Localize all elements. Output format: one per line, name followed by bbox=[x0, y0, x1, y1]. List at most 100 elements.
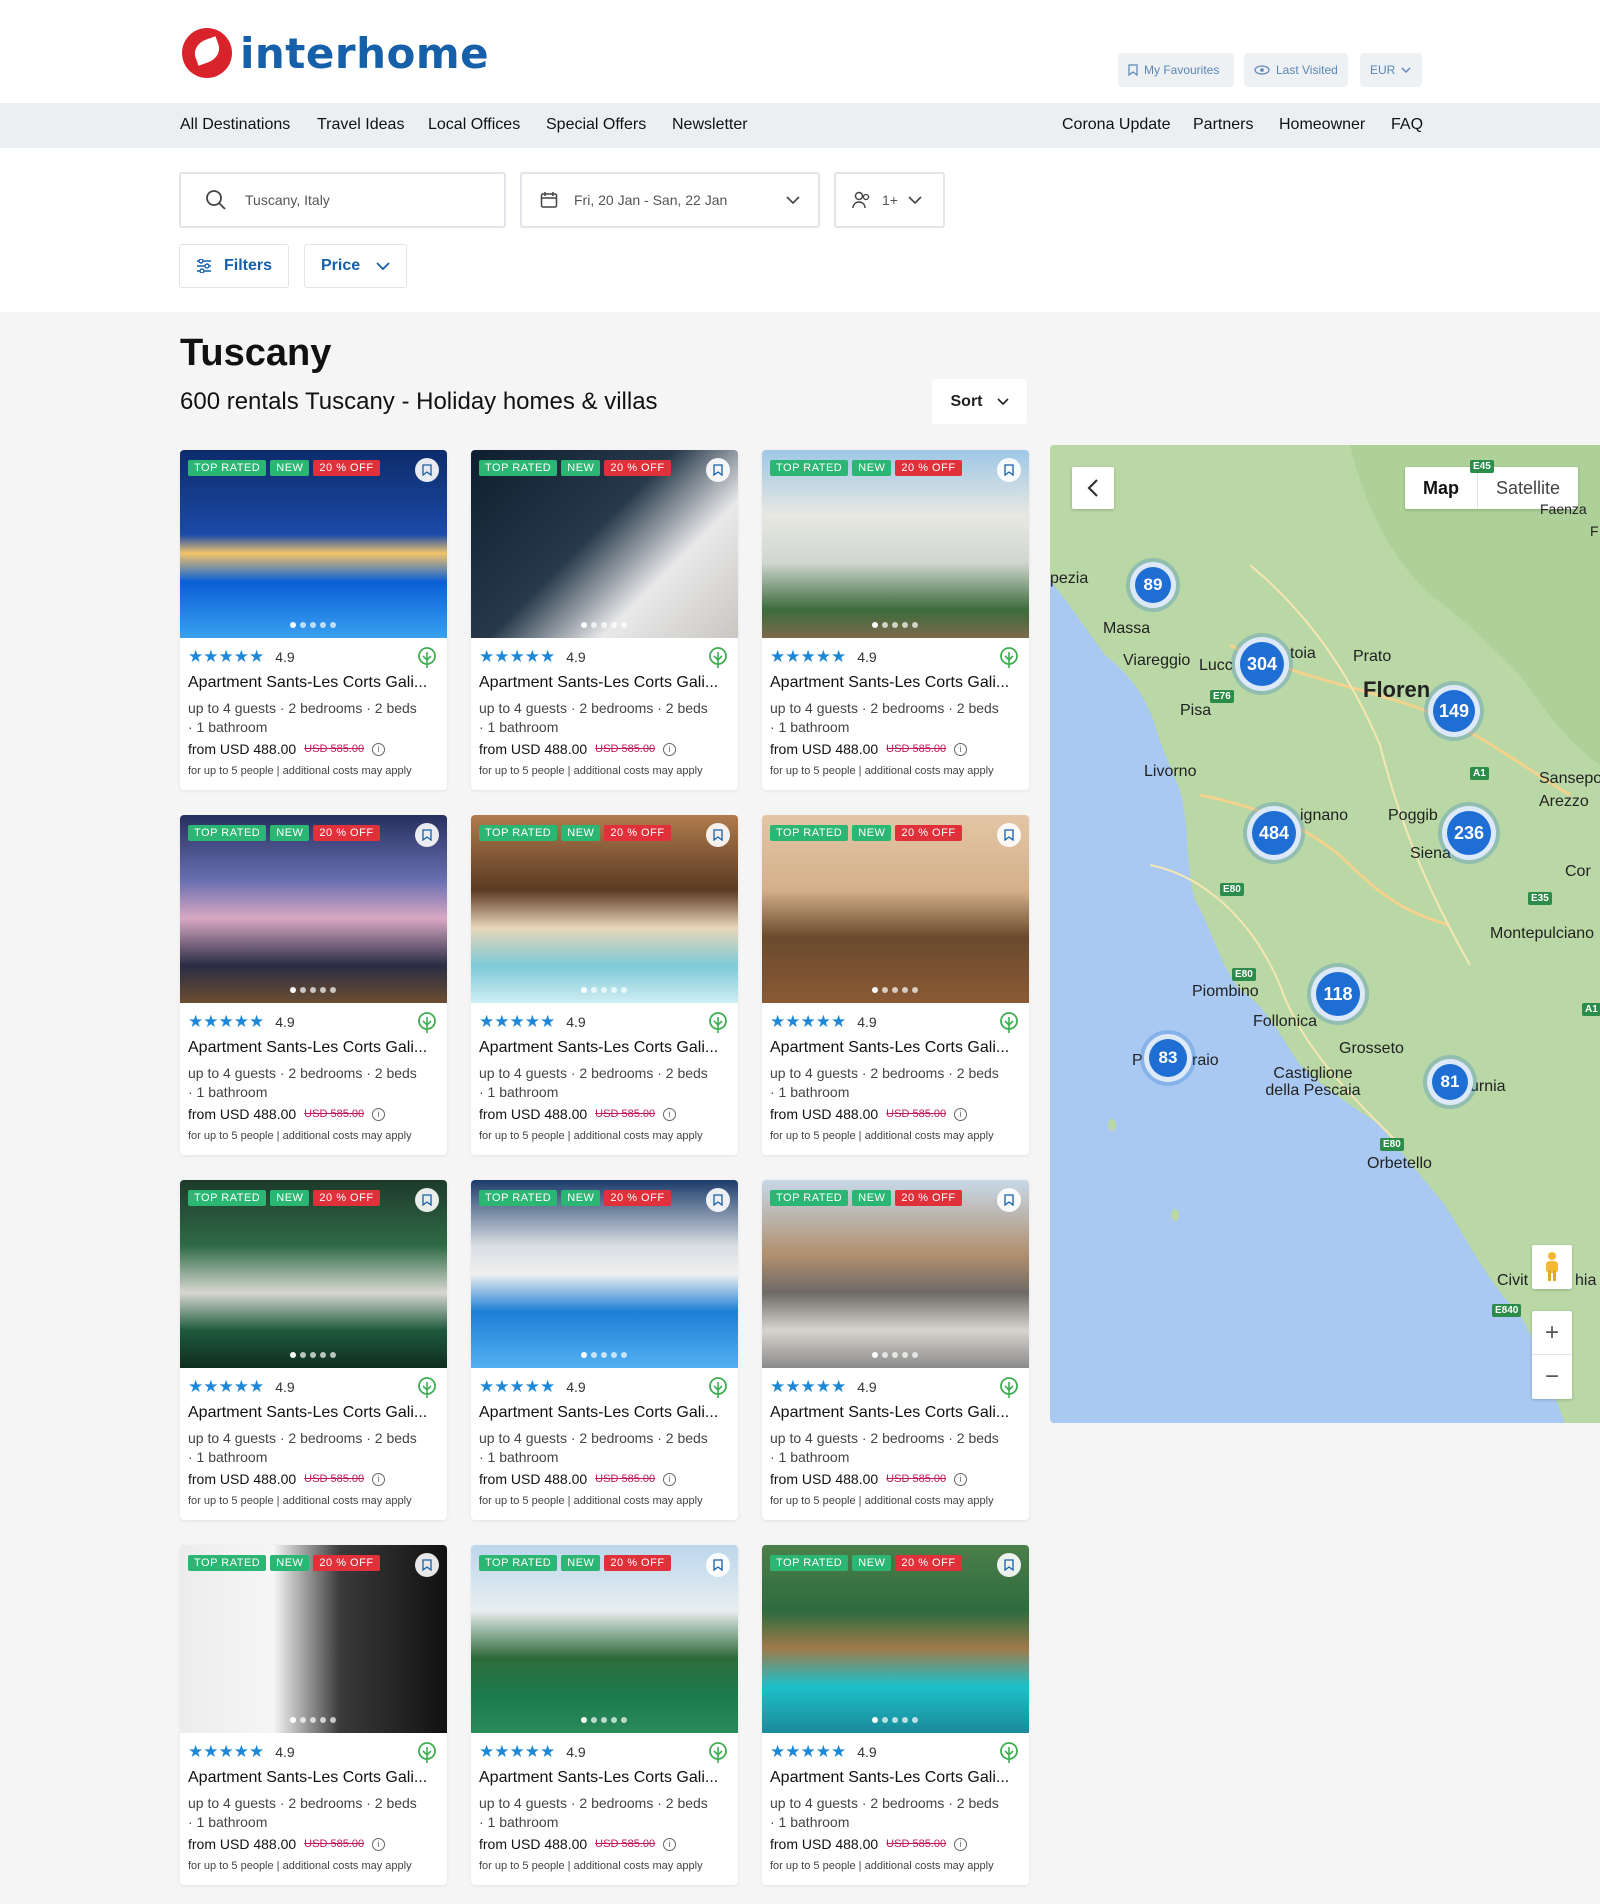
save-favourite-button[interactable] bbox=[415, 458, 439, 482]
nav-all-destinations[interactable]: All Destinations bbox=[180, 116, 290, 134]
save-favourite-button[interactable] bbox=[997, 1188, 1021, 1212]
carousel-dots[interactable] bbox=[290, 1352, 336, 1358]
carousel-dots[interactable] bbox=[872, 1717, 918, 1723]
currency-select[interactable]: EUR bbox=[1360, 53, 1422, 87]
listing-photo[interactable]: TOP RATED NEW 20 % OFF bbox=[180, 450, 447, 638]
info-icon[interactable]: i bbox=[954, 1837, 968, 1851]
save-favourite-button[interactable] bbox=[706, 1553, 730, 1577]
listing-title[interactable]: Apartment Sants-Les Corts Gali... bbox=[188, 1039, 427, 1057]
map-cluster[interactable]: 484 bbox=[1247, 806, 1301, 860]
destination-input[interactable]: Tuscany, Italy bbox=[179, 172, 506, 228]
carousel-dots[interactable] bbox=[872, 1352, 918, 1358]
carousel-dots[interactable] bbox=[581, 1717, 627, 1723]
listing-card[interactable]: TOP RATED NEW 20 % OFF ★★★★★ 4.9 Apartment Sa… bbox=[180, 450, 447, 790]
info-icon[interactable]: i bbox=[372, 1472, 386, 1486]
dates-select[interactable]: Fri, 20 Jan - San, 22 Jan bbox=[520, 172, 820, 228]
last-visited-button[interactable]: Last Visited bbox=[1244, 53, 1348, 87]
info-icon[interactable]: i bbox=[663, 1837, 677, 1851]
save-favourite-button[interactable] bbox=[415, 823, 439, 847]
info-icon[interactable]: i bbox=[663, 742, 677, 756]
zoom-in-button[interactable]: + bbox=[1532, 1311, 1572, 1355]
sort-button[interactable]: Sort bbox=[932, 379, 1027, 424]
map-cluster[interactable]: 149 bbox=[1428, 685, 1480, 737]
save-favourite-button[interactable] bbox=[415, 1553, 439, 1577]
nav-faq[interactable]: FAQ bbox=[1391, 116, 1423, 134]
price-filter-button[interactable]: Price bbox=[304, 244, 407, 288]
listing-title[interactable]: Apartment Sants-Les Corts Gali... bbox=[770, 1769, 1009, 1787]
my-favourites-button[interactable]: My Favourites bbox=[1118, 53, 1234, 87]
listing-title[interactable]: Apartment Sants-Les Corts Gali... bbox=[479, 1769, 718, 1787]
guests-select[interactable]: 1+ bbox=[834, 172, 945, 228]
map-cluster[interactable]: 89 bbox=[1130, 562, 1176, 608]
map-cluster[interactable]: 236 bbox=[1442, 806, 1496, 860]
save-favourite-button[interactable] bbox=[415, 1188, 439, 1212]
results-map[interactable]: Map Satellite pezia Massa Viareggio Lucc… bbox=[1050, 445, 1600, 1423]
map-cluster[interactable]: 304 bbox=[1235, 637, 1289, 691]
filters-button[interactable]: Filters bbox=[179, 244, 289, 288]
listing-photo[interactable]: TOP RATED NEW 20 % OFF bbox=[180, 815, 447, 1003]
zoom-out-button[interactable]: − bbox=[1532, 1355, 1572, 1399]
listing-card[interactable]: TOP RATED NEW 20 % OFF ★★★★★ 4.9 Apartment Sa… bbox=[471, 815, 738, 1155]
info-icon[interactable]: i bbox=[372, 1837, 386, 1851]
listing-photo[interactable]: TOP RATED NEW 20 % OFF bbox=[180, 1545, 447, 1733]
listing-photo[interactable]: TOP RATED NEW 20 % OFF bbox=[471, 815, 738, 1003]
nav-corona-update[interactable]: Corona Update bbox=[1062, 116, 1171, 134]
map-cluster[interactable]: 83 bbox=[1144, 1034, 1192, 1082]
info-icon[interactable]: i bbox=[954, 742, 968, 756]
listing-card[interactable]: TOP RATED NEW 20 % OFF ★★★★★ 4.9 Apartment Sa… bbox=[762, 1180, 1029, 1520]
listing-card[interactable]: TOP RATED NEW 20 % OFF ★★★★★ 4.9 Apartment Sa… bbox=[762, 815, 1029, 1155]
info-icon[interactable]: i bbox=[663, 1472, 677, 1486]
listing-title[interactable]: Apartment Sants-Les Corts Gali... bbox=[188, 1769, 427, 1787]
listing-card[interactable]: TOP RATED NEW 20 % OFF ★★★★★ 4.9 Apartment Sa… bbox=[762, 450, 1029, 790]
carousel-dots[interactable] bbox=[290, 622, 336, 628]
nav-partners[interactable]: Partners bbox=[1193, 116, 1253, 134]
map-cluster[interactable]: 118 bbox=[1311, 967, 1365, 1021]
street-view-pegman[interactable] bbox=[1532, 1245, 1572, 1289]
listing-photo[interactable]: TOP RATED NEW 20 % OFF bbox=[762, 1180, 1029, 1368]
listing-photo[interactable]: TOP RATED NEW 20 % OFF bbox=[471, 450, 738, 638]
listing-card[interactable]: TOP RATED NEW 20 % OFF ★★★★★ 4.9 Apartment Sa… bbox=[180, 1180, 447, 1520]
carousel-dots[interactable] bbox=[872, 622, 918, 628]
listing-title[interactable]: Apartment Sants-Les Corts Gali... bbox=[770, 674, 1009, 692]
info-icon[interactable]: i bbox=[663, 1107, 677, 1121]
nav-special-offers[interactable]: Special Offers bbox=[546, 116, 646, 134]
save-favourite-button[interactable] bbox=[997, 823, 1021, 847]
nav-travel-ideas[interactable]: Travel Ideas bbox=[317, 116, 404, 134]
nav-local-offices[interactable]: Local Offices bbox=[428, 116, 520, 134]
carousel-dots[interactable] bbox=[581, 987, 627, 993]
listing-title[interactable]: Apartment Sants-Les Corts Gali... bbox=[188, 674, 427, 692]
save-favourite-button[interactable] bbox=[997, 1553, 1021, 1577]
info-icon[interactable]: i bbox=[372, 1107, 386, 1121]
listing-card[interactable]: TOP RATED NEW 20 % OFF ★★★★★ 4.9 Apartment Sa… bbox=[180, 815, 447, 1155]
listing-title[interactable]: Apartment Sants-Les Corts Gali... bbox=[479, 674, 718, 692]
info-icon[interactable]: i bbox=[954, 1472, 968, 1486]
listing-photo[interactable]: TOP RATED NEW 20 % OFF bbox=[762, 450, 1029, 638]
carousel-dots[interactable] bbox=[290, 1717, 336, 1723]
brand-logo[interactable]: interhome bbox=[182, 28, 489, 78]
listing-photo[interactable]: TOP RATED NEW 20 % OFF bbox=[180, 1180, 447, 1368]
map-type-map[interactable]: Map bbox=[1405, 467, 1477, 509]
listing-photo[interactable]: TOP RATED NEW 20 % OFF bbox=[471, 1545, 738, 1733]
collapse-map-button[interactable] bbox=[1072, 467, 1114, 509]
carousel-dots[interactable] bbox=[581, 1352, 627, 1358]
save-favourite-button[interactable] bbox=[706, 823, 730, 847]
listing-photo[interactable]: TOP RATED NEW 20 % OFF bbox=[762, 1545, 1029, 1733]
info-icon[interactable]: i bbox=[372, 742, 386, 756]
info-icon[interactable]: i bbox=[954, 1107, 968, 1121]
carousel-dots[interactable] bbox=[581, 622, 627, 628]
carousel-dots[interactable] bbox=[872, 987, 918, 993]
listing-card[interactable]: TOP RATED NEW 20 % OFF ★★★★★ 4.9 Apartment Sa… bbox=[471, 1545, 738, 1885]
listing-title[interactable]: Apartment Sants-Les Corts Gali... bbox=[770, 1404, 1009, 1422]
listing-title[interactable]: Apartment Sants-Les Corts Gali... bbox=[188, 1404, 427, 1422]
carousel-dots[interactable] bbox=[290, 987, 336, 993]
nav-newsletter[interactable]: Newsletter bbox=[672, 116, 748, 134]
listing-card[interactable]: TOP RATED NEW 20 % OFF ★★★★★ 4.9 Apartment Sa… bbox=[471, 1180, 738, 1520]
listing-title[interactable]: Apartment Sants-Les Corts Gali... bbox=[479, 1404, 718, 1422]
listing-card[interactable]: TOP RATED NEW 20 % OFF ★★★★★ 4.9 Apartment Sa… bbox=[762, 1545, 1029, 1885]
save-favourite-button[interactable] bbox=[706, 1188, 730, 1212]
nav-homeowner[interactable]: Homeowner bbox=[1279, 116, 1365, 134]
listing-photo[interactable]: TOP RATED NEW 20 % OFF bbox=[762, 815, 1029, 1003]
save-favourite-button[interactable] bbox=[706, 458, 730, 482]
save-favourite-button[interactable] bbox=[997, 458, 1021, 482]
map-cluster[interactable]: 81 bbox=[1427, 1059, 1473, 1105]
